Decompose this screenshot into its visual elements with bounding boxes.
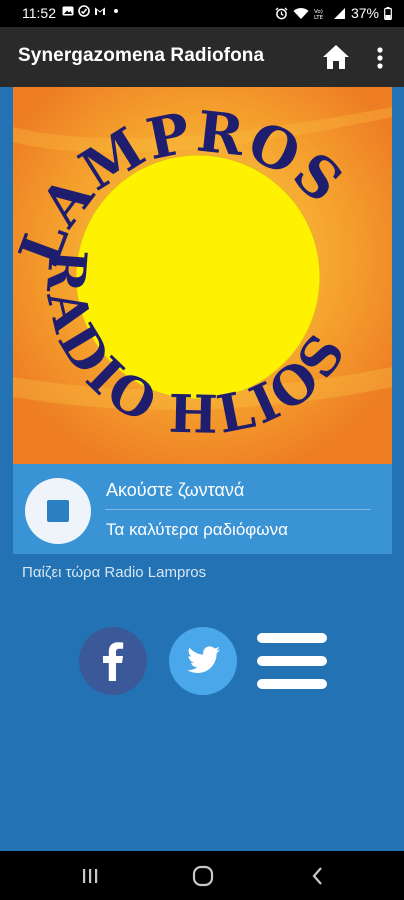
player-subtitle: Τα καλύτερα ραδιόφωνα	[106, 520, 288, 539]
volte-icon: Vo)LTE	[314, 9, 324, 20]
more-vert-icon[interactable]	[370, 44, 390, 72]
now-playing-text: Παίζει τώρα Radio Lampros	[22, 564, 207, 581]
signal-icon	[333, 7, 345, 19]
status-notification-icons	[62, 5, 122, 17]
gallery-icon	[62, 6, 74, 16]
facebook-button[interactable]	[79, 627, 147, 695]
app-title: Synergazomena Radiofona	[18, 45, 265, 66]
facebook-icon	[103, 642, 124, 681]
back-icon[interactable]	[310, 866, 326, 886]
app-bar: Synergazomena Radiofona	[0, 27, 404, 87]
gmail-icon	[95, 7, 105, 15]
twitter-icon	[187, 646, 220, 673]
stop-icon	[47, 500, 69, 522]
player-divider	[105, 509, 371, 510]
status-time: 11:52	[22, 5, 56, 21]
home-icon[interactable]	[321, 42, 351, 72]
stop-button[interactable]	[25, 478, 91, 544]
battery-percent: 37%	[350, 5, 379, 21]
player-title: Ακούστε ζωντανά	[106, 480, 245, 500]
player-card: Ακούστε ζωντανά Τα καλύτερα ραδιόφωνα	[13, 464, 392, 554]
wifi-icon	[293, 7, 309, 19]
status-bar: 11:52 Vo) LTE 37%	[0, 0, 404, 27]
alarm-icon	[275, 7, 288, 19]
home-circle-icon[interactable]	[192, 865, 214, 887]
svg-text:LTE: LTE	[314, 15, 324, 20]
station-artwork: LAMPROS RADIO HLIOS	[13, 87, 392, 464]
system-nav-bar	[0, 851, 404, 900]
station-logo: LAMPROS RADIO HLIOS	[13, 87, 392, 464]
battery-icon	[384, 6, 392, 20]
twitter-button[interactable]	[169, 627, 237, 695]
blocked-icon	[78, 5, 90, 17]
status-system-icons: Vo) LTE 37%	[275, 5, 392, 21]
hamburger-menu-icon[interactable]	[257, 633, 327, 689]
recent-apps-icon[interactable]	[80, 867, 100, 885]
dot-icon	[114, 9, 118, 13]
